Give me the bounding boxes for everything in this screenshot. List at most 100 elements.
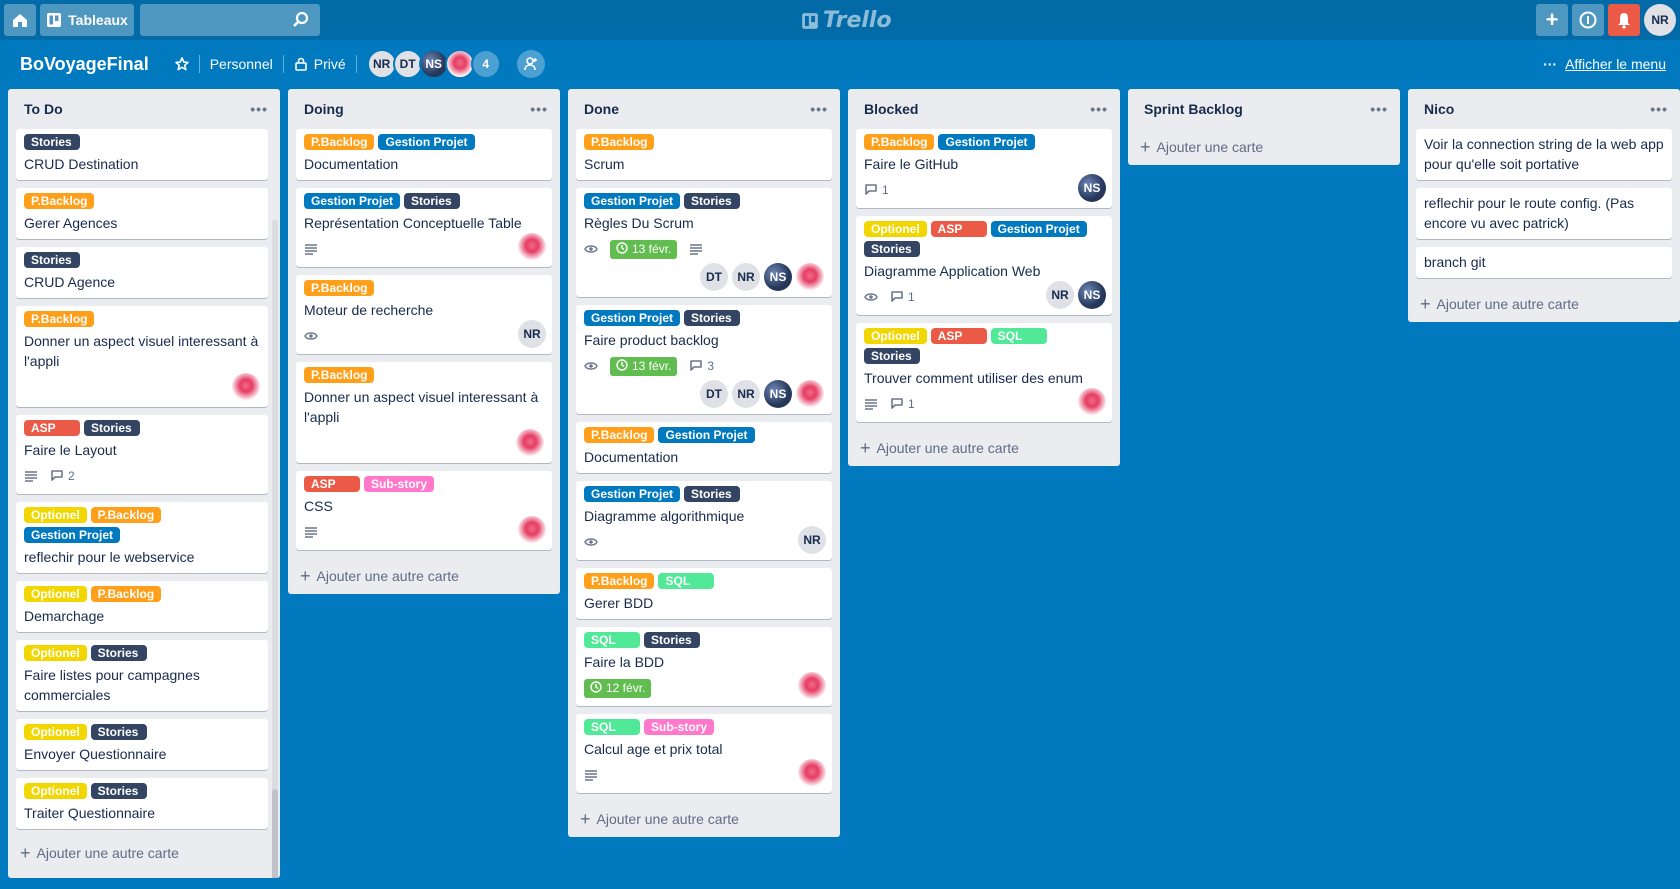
card[interactable]: ASP Stories Faire le Layout 2: [16, 415, 268, 494]
card-label[interactable]: ASP: [304, 476, 360, 492]
card-label[interactable]: Gestion Projet: [938, 134, 1035, 150]
card[interactable]: P.Backlog Gestion Projet Faire le GitHub 1 N…: [856, 129, 1112, 208]
member-avatar[interactable]: NS: [764, 263, 792, 291]
card-label[interactable]: Gestion Projet: [584, 486, 681, 502]
due-date-badge[interactable]: 13 févr.: [610, 356, 678, 376]
card-label[interactable]: Stories: [24, 134, 80, 150]
card-label[interactable]: Gestion Projet: [304, 193, 401, 209]
card-label[interactable]: Stories: [684, 310, 741, 326]
add-card-button[interactable]: + Ajouter une carte: [1132, 129, 1396, 165]
card-label[interactable]: Gestion Projet: [584, 193, 681, 209]
card-label[interactable]: Gestion Projet: [584, 310, 681, 326]
member-avatar-rose[interactable]: [796, 380, 824, 408]
card-label[interactable]: P.Backlog: [864, 134, 935, 150]
list-menu-icon[interactable]: •••: [1370, 101, 1388, 117]
card-label[interactable]: Stories: [864, 348, 920, 364]
card-label[interactable]: Gestion Projet: [658, 427, 755, 443]
card-label[interactable]: Gestion Projet: [24, 527, 121, 543]
card[interactable]: Gestion Projet Stories Faire product backl…: [576, 305, 832, 414]
card-label[interactable]: ASP: [930, 221, 987, 237]
card[interactable]: Optionel P.Backlog Gestion Projet reflechir…: [16, 502, 268, 573]
card-label[interactable]: P.Backlog: [584, 427, 655, 443]
member-avatar-rose[interactable]: [516, 429, 544, 457]
create-button[interactable]: +: [1536, 4, 1568, 36]
list-title[interactable]: Done: [584, 101, 619, 117]
list-scrollbar[interactable]: [272, 219, 278, 878]
card[interactable]: SQL Stories Faire la BDD 12 févr.: [576, 627, 832, 706]
member-avatar[interactable]: DT: [700, 263, 728, 291]
card[interactable]: Gestion Projet Stories Règles Du Scrum 13 f…: [576, 188, 832, 297]
team-button[interactable]: Personnel: [200, 48, 283, 80]
member-avatar[interactable]: NS: [1078, 281, 1106, 309]
member-avatar[interactable]: NS: [1078, 174, 1106, 202]
card[interactable]: Gestion Projet Stories Diagramme algorithm…: [576, 481, 832, 560]
card-label[interactable]: P.Backlog: [304, 367, 375, 383]
member-avatar[interactable]: NR: [518, 320, 546, 348]
list-menu-icon[interactable]: •••: [1650, 101, 1668, 117]
list-menu-icon[interactable]: •••: [250, 101, 268, 117]
card[interactable]: P.Backlog Gerer Agences: [16, 188, 268, 239]
add-card-button[interactable]: + Ajouter une autre carte: [852, 430, 1116, 466]
member-avatar-rose[interactable]: [798, 672, 826, 700]
list-title[interactable]: Sprint Backlog: [1144, 101, 1243, 117]
card[interactable]: Stories CRUD Destination: [16, 129, 268, 180]
list-menu-icon[interactable]: •••: [1090, 101, 1108, 117]
add-card-button[interactable]: + Ajouter une autre carte: [292, 558, 556, 594]
trello-logo[interactable]: Trello: [801, 8, 892, 33]
card-label[interactable]: Sub-story: [644, 719, 715, 735]
due-date-badge[interactable]: 13 févr.: [610, 239, 678, 259]
card[interactable]: P.Backlog Gestion Projet Documentation: [576, 422, 832, 473]
card[interactable]: reflechir pour le route config. (Pas enc…: [1416, 188, 1672, 239]
member-avatar[interactable]: NR: [732, 263, 760, 291]
card-label[interactable]: Optionel: [24, 645, 87, 661]
member-avatar[interactable]: NR: [798, 526, 826, 554]
list-menu-icon[interactable]: •••: [530, 101, 548, 117]
card[interactable]: SQL Sub-story Calcul age et prix total: [576, 714, 832, 793]
card-label[interactable]: Gestion Projet: [378, 134, 475, 150]
add-card-button[interactable]: + Ajouter une autre carte: [12, 835, 276, 871]
card[interactable]: Optionel Stories Envoyer Questionnaire: [16, 719, 268, 770]
card[interactable]: Stories CRUD Agence: [16, 247, 268, 298]
member-avatar[interactable]: NR: [1046, 281, 1074, 309]
card[interactable]: Optionel ASP Gestion Projet Stories Diagramm…: [856, 216, 1112, 315]
member-avatar-rose[interactable]: [518, 233, 546, 261]
card[interactable]: Optionel P.Backlog Demarchage: [16, 581, 268, 632]
due-date-badge[interactable]: 12 févr.: [584, 678, 652, 698]
star-button[interactable]: [165, 48, 199, 80]
card-label[interactable]: Optionel: [24, 586, 87, 602]
card[interactable]: P.Backlog SQL Gerer BDD: [576, 568, 832, 619]
card-label[interactable]: P.Backlog: [584, 573, 655, 589]
show-menu-button[interactable]: ··· Afficher le menu: [1543, 56, 1666, 72]
member-avatar-rose[interactable]: [232, 373, 260, 401]
list-title[interactable]: Nico: [1424, 101, 1454, 117]
card-label[interactable]: Stories: [864, 241, 920, 257]
card[interactable]: branch git: [1416, 247, 1672, 278]
card-label[interactable]: ASP: [24, 420, 80, 436]
list-title[interactable]: Blocked: [864, 101, 918, 117]
invite-button[interactable]: [516, 50, 545, 78]
member-avatar[interactable]: NR: [732, 380, 760, 408]
card-label[interactable]: Sub-story: [364, 476, 435, 492]
member-avatar-rose[interactable]: [796, 263, 824, 291]
card[interactable]: Gestion Projet Stories Représentation Conc…: [296, 188, 552, 267]
member-avatar-rose[interactable]: [798, 759, 826, 787]
card-label[interactable]: P.Backlog: [304, 280, 375, 296]
card-label[interactable]: Optionel: [24, 507, 87, 523]
search-input[interactable]: [140, 4, 320, 36]
member-avatar-rose[interactable]: [518, 516, 546, 544]
visibility-button[interactable]: Privé: [284, 48, 356, 80]
card[interactable]: P.Backlog Moteur de recherche NR: [296, 275, 552, 354]
info-button[interactable]: [1572, 4, 1604, 36]
add-card-button[interactable]: + Ajouter une autre carte: [1412, 286, 1676, 322]
user-avatar[interactable]: NR: [1644, 4, 1676, 36]
add-card-button[interactable]: + Ajouter une autre carte: [572, 801, 836, 837]
card[interactable]: Optionel Stories Traiter Questionnaire: [16, 778, 268, 829]
member-avatar-rose[interactable]: [1078, 388, 1106, 416]
card-label[interactable]: Stories: [90, 724, 147, 740]
card[interactable]: Voir la connection string de la web app …: [1416, 129, 1672, 180]
card-label[interactable]: SQL: [658, 573, 715, 589]
boards-button[interactable]: Tableaux: [40, 4, 134, 36]
card-label[interactable]: Stories: [84, 420, 140, 436]
card-label[interactable]: P.Backlog: [24, 193, 95, 209]
card[interactable]: P.Backlog Donner un aspect visuel interes…: [16, 306, 268, 407]
